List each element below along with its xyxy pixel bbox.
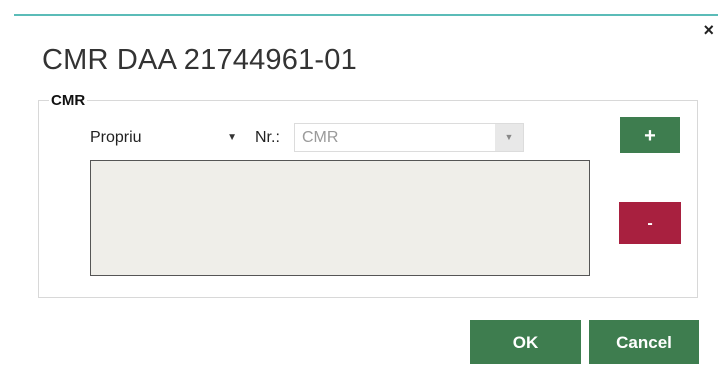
type-select[interactable]: Propriu ▼ <box>90 125 245 151</box>
dropdown-arrow-icon: ▼ <box>227 132 237 143</box>
dropdown-arrow-icon: ▼ <box>495 124 523 151</box>
dialog-top-border <box>14 14 718 16</box>
dialog-title: CMR DAA 21744961-01 <box>42 44 357 76</box>
close-icon[interactable]: × <box>703 20 714 40</box>
cancel-button[interactable]: Cancel <box>589 320 699 364</box>
cmr-group-legend: CMR <box>51 92 86 109</box>
cmr-list-box[interactable] <box>90 160 590 276</box>
remove-button[interactable]: - <box>619 202 681 244</box>
nr-label: Nr.: <box>255 129 280 146</box>
ok-button[interactable]: OK <box>470 320 581 364</box>
type-select-value: Propriu <box>90 129 142 146</box>
add-button[interactable]: + <box>620 117 680 153</box>
nr-select-value: CMR <box>302 129 339 146</box>
nr-select[interactable]: CMR ▼ <box>294 123 524 152</box>
cmr-dialog: × CMR DAA 21744961-01 CMR Propriu ▼ Nr.:… <box>0 0 718 369</box>
